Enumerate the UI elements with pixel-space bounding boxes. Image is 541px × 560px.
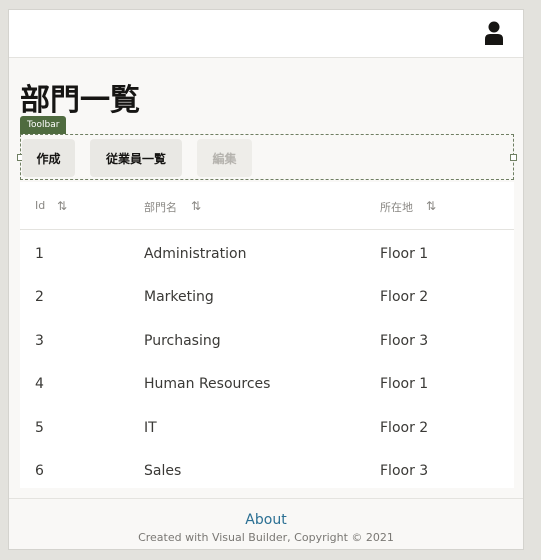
cell-location: Floor 2: [380, 419, 429, 436]
create-button[interactable]: 作成: [22, 139, 75, 177]
about-link[interactable]: About: [9, 512, 523, 528]
column-header-location[interactable]: 所在地: [380, 199, 413, 215]
cell-location: Floor 3: [380, 463, 429, 479]
cell-id: 5: [35, 419, 44, 436]
cell-department: Purchasing: [144, 332, 221, 349]
sort-icon[interactable]: ⇅: [426, 199, 436, 213]
cell-location: Floor 3: [380, 332, 429, 349]
sort-icon[interactable]: ⇅: [57, 199, 67, 213]
cell-department: Marketing: [144, 289, 214, 306]
app-frame: 部門一覧 Toolbar 作成 従業員一覧 編集 Id ⇅ 部門名 ⇅ 所在地 …: [8, 9, 524, 550]
column-header-department[interactable]: 部門名: [144, 199, 177, 215]
cell-id: 3: [35, 332, 44, 349]
cell-id: 6: [35, 463, 44, 479]
cell-location: Floor 2: [380, 289, 429, 306]
employee-list-button[interactable]: 従業員一覧: [90, 139, 182, 177]
cell-department: IT: [144, 419, 157, 436]
cell-department: Sales: [144, 463, 182, 479]
cell-location: Floor 1: [380, 376, 429, 393]
column-header-id[interactable]: Id: [35, 199, 45, 212]
cell-id: 2: [35, 289, 44, 306]
toolbar: 作成 従業員一覧 編集: [17, 134, 517, 180]
edit-button: 編集: [197, 139, 252, 177]
sort-icon[interactable]: ⇅: [191, 199, 201, 213]
page-title: 部門一覧: [20, 83, 140, 118]
resize-handle-right[interactable]: [510, 154, 517, 161]
departments-table: Id ⇅ 部門名 ⇅ 所在地 ⇅ 1 Administration Floor 1 2…: [20, 182, 514, 488]
copyright-text: Created with Visual Builder, Copyright ©…: [138, 531, 394, 544]
header-divider: [20, 229, 514, 230]
cell-department: Administration: [144, 246, 247, 262]
user-icon[interactable]: [484, 21, 504, 45]
toolbar-tag: Toolbar: [20, 116, 67, 134]
cell-id: 4: [35, 376, 44, 393]
footer-divider: [9, 498, 523, 499]
cell-id: 1: [35, 246, 44, 262]
cell-location: Floor 1: [380, 246, 429, 262]
cell-department: Human Resources: [144, 376, 271, 393]
top-bar: [9, 10, 523, 58]
